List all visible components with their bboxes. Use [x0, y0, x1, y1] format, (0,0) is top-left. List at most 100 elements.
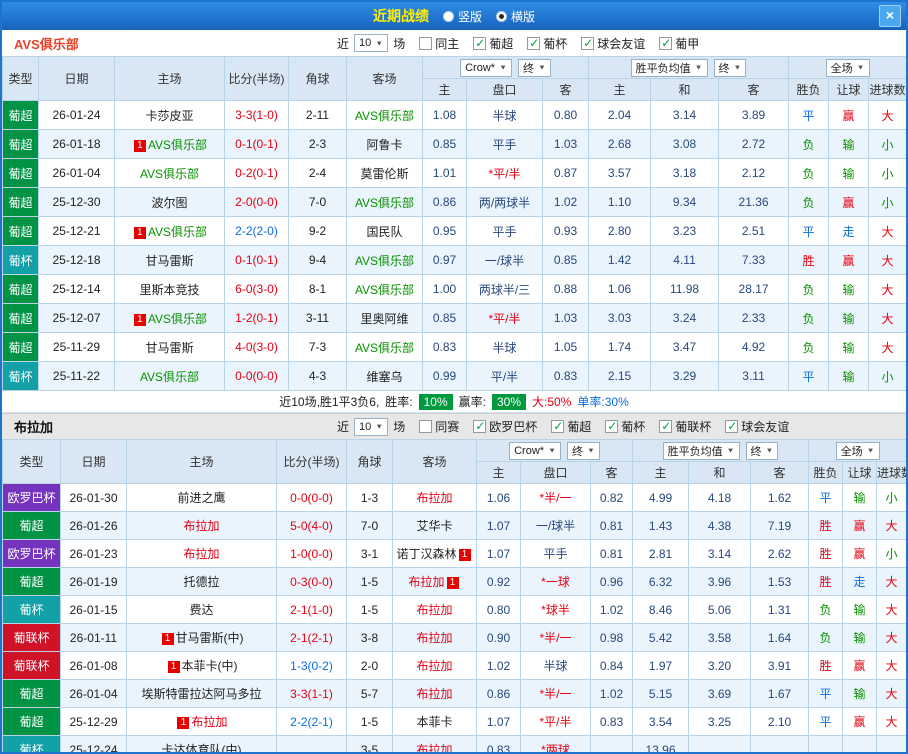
final-wdl-select[interactable]: 终 — [713, 58, 747, 77]
result-outcome: 平 — [808, 707, 844, 736]
checkbox-checked-icon[interactable] — [581, 36, 595, 50]
home-team: 布拉加 — [126, 539, 277, 568]
league-filter[interactable]: 葡超 — [551, 418, 591, 435]
checkbox-checked-icon[interactable] — [473, 419, 487, 433]
team-name: 布拉加 — [416, 659, 453, 673]
result-handicap: 输 — [842, 483, 878, 512]
games-count-select[interactable]: 10 — [354, 417, 389, 436]
corner-score: 9-4 — [288, 245, 347, 275]
result-goals: 大 — [868, 332, 906, 362]
close-icon[interactable]: × — [879, 5, 901, 27]
match-date: 25-11-29 — [38, 332, 115, 362]
score-halftime: 0-1(0-1) — [224, 129, 289, 159]
home-win-odds: 5.15 — [632, 679, 690, 708]
final-wdl-select[interactable]: 终 — [745, 441, 779, 460]
win-rate-label: 胜率: — [385, 395, 413, 409]
asian-home-odds: 1.01 — [422, 158, 467, 188]
match-row: 葡超 25-12-30 波尔图 2-0(0-0) 7-0 AVS俱乐部 0.86 两/两球半 1… — [2, 187, 906, 217]
col-score: 比分(半场) — [224, 56, 289, 101]
asian-away-odds: 0.93 — [541, 216, 590, 246]
filter-label: 同主 — [435, 36, 460, 51]
col-asian-away: 客 — [589, 461, 634, 484]
league-type-badge: 葡超 — [2, 274, 39, 304]
team-name: 托德拉 — [183, 575, 220, 589]
home-team: 1 AVS俱乐部 — [114, 129, 225, 159]
asian-handicap-line: 平手 — [520, 539, 591, 568]
final-odds-select[interactable]: 终 — [517, 58, 551, 77]
checkbox-unchecked-icon[interactable] — [419, 36, 433, 50]
checkbox-checked-icon[interactable] — [551, 419, 565, 433]
event-count-badge: 1 — [446, 577, 459, 589]
asian-home-odds: 0.92 — [476, 567, 521, 596]
bookmaker-select[interactable]: Crow* — [460, 58, 512, 77]
away-team: 布拉加 — [392, 623, 477, 652]
score-halftime: 5-0(4-0) — [276, 511, 347, 540]
radio-vertical-label[interactable]: 竖版 — [458, 8, 482, 25]
match-row: 葡超 25-12-07 1 AVS俱乐部 1-2(0-1) 3-11 里奥阿维 0.85 *平/… — [2, 303, 906, 333]
games-count-select[interactable]: 10 — [354, 34, 389, 52]
asian-away-odds: 0.83 — [589, 707, 634, 736]
home-win-odds: 1.42 — [588, 245, 652, 275]
team-name: 布拉加 — [416, 631, 453, 645]
asian-handicap-line: *平/半 — [520, 707, 591, 736]
checkbox-unchecked-icon[interactable] — [419, 420, 433, 433]
fulltime-select[interactable]: 全场 — [835, 441, 880, 460]
wdl-average-select[interactable]: 胜平负均值 — [662, 441, 740, 460]
corner-score: 1-5 — [346, 595, 393, 624]
league-filter[interactable]: 球会友谊 — [725, 418, 789, 435]
draw-odds: 3.25 — [688, 707, 752, 736]
radio-unchecked-icon[interactable] — [442, 10, 454, 22]
result-outcome — [808, 735, 844, 752]
league-filter[interactable]: 葡杯 — [605, 418, 645, 435]
team-name: 维塞乌 — [366, 369, 403, 384]
league-filter[interactable]: 欧罗巴杯 — [473, 418, 537, 435]
result-goals: 大 — [868, 274, 906, 304]
col-asian-away: 客 — [541, 78, 590, 101]
wdl-average-select[interactable]: 胜平负均值 — [630, 58, 708, 77]
match-row: 葡超 26-01-04 埃斯特雷拉达阿马多拉 3-3(1-1) 5-7 布拉加 0.86 *半… — [2, 679, 906, 708]
asian-away-odds: 0.84 — [589, 651, 634, 680]
col-type: 类型 — [2, 439, 61, 484]
checkbox-checked-icon[interactable] — [725, 419, 739, 433]
match-row: 葡超 25-11-29 甘马雷斯 4-0(3-0) 7-3 AVS俱乐部 0.83 半球 1.0… — [2, 332, 906, 362]
draw-odds: 3.08 — [650, 129, 720, 159]
league-filter[interactable]: 葡甲 — [659, 35, 699, 52]
checkbox-checked-icon[interactable] — [473, 36, 487, 50]
result-handicap: 赢 — [842, 511, 878, 540]
layout-vertical-option[interactable]: 竖版 — [442, 8, 482, 25]
match-date: 25-12-29 — [60, 707, 127, 736]
away-win-odds: 3.11 — [718, 361, 790, 391]
radio-checked-icon[interactable] — [496, 10, 507, 22]
final-odds-select[interactable]: 终 — [566, 441, 600, 460]
checkbox-checked-icon[interactable] — [605, 419, 619, 433]
draw-odds: 3.23 — [650, 216, 720, 246]
asian-home-odds: 0.97 — [422, 245, 467, 275]
league-filter[interactable]: 葡联杯 — [659, 418, 711, 435]
league-filter[interactable]: 葡杯 — [527, 35, 567, 52]
col-handicap: 盘口 — [466, 78, 543, 101]
fulltime-select[interactable]: 全场 — [825, 58, 870, 77]
layout-horizontal-option[interactable]: 横版 — [496, 8, 535, 25]
checkbox-checked-icon[interactable] — [527, 36, 541, 50]
league-type-badge: 葡超 — [2, 129, 39, 159]
asian-handicap-line: *平/半 — [466, 158, 543, 188]
league-filter[interactable]: 同主 — [419, 35, 459, 52]
asian-handicap-line: *半/一 — [520, 483, 591, 512]
league-filter[interactable]: 同赛 — [419, 418, 459, 435]
asian-away-odds: 0.81 — [589, 539, 634, 568]
league-filter[interactable]: 葡超 — [473, 35, 513, 52]
checkbox-checked-icon[interactable] — [659, 36, 673, 50]
bookmaker-select[interactable]: Crow* — [509, 441, 561, 460]
league-filter[interactable]: 球会友谊 — [581, 35, 645, 52]
asian-away-odds: 0.83 — [541, 361, 590, 391]
match-date: 26-01-04 — [38, 158, 115, 188]
draw-odds: 3.20 — [688, 651, 752, 680]
checkbox-checked-icon[interactable] — [659, 419, 673, 433]
radio-horizontal-label[interactable]: 横版 — [511, 8, 535, 25]
event-count-badge: 1 — [177, 717, 190, 729]
corner-score: 3-11 — [288, 303, 347, 333]
asian-home-odds: 0.99 — [422, 361, 467, 391]
asian-handicap-line: *半/一 — [520, 679, 591, 708]
match-date: 25-11-22 — [38, 361, 115, 391]
match-row: 葡超 26-01-19 托德拉 0-3(0-0) 1-5 布拉加 1 0.92 *一球 0.96 6… — [2, 567, 906, 596]
